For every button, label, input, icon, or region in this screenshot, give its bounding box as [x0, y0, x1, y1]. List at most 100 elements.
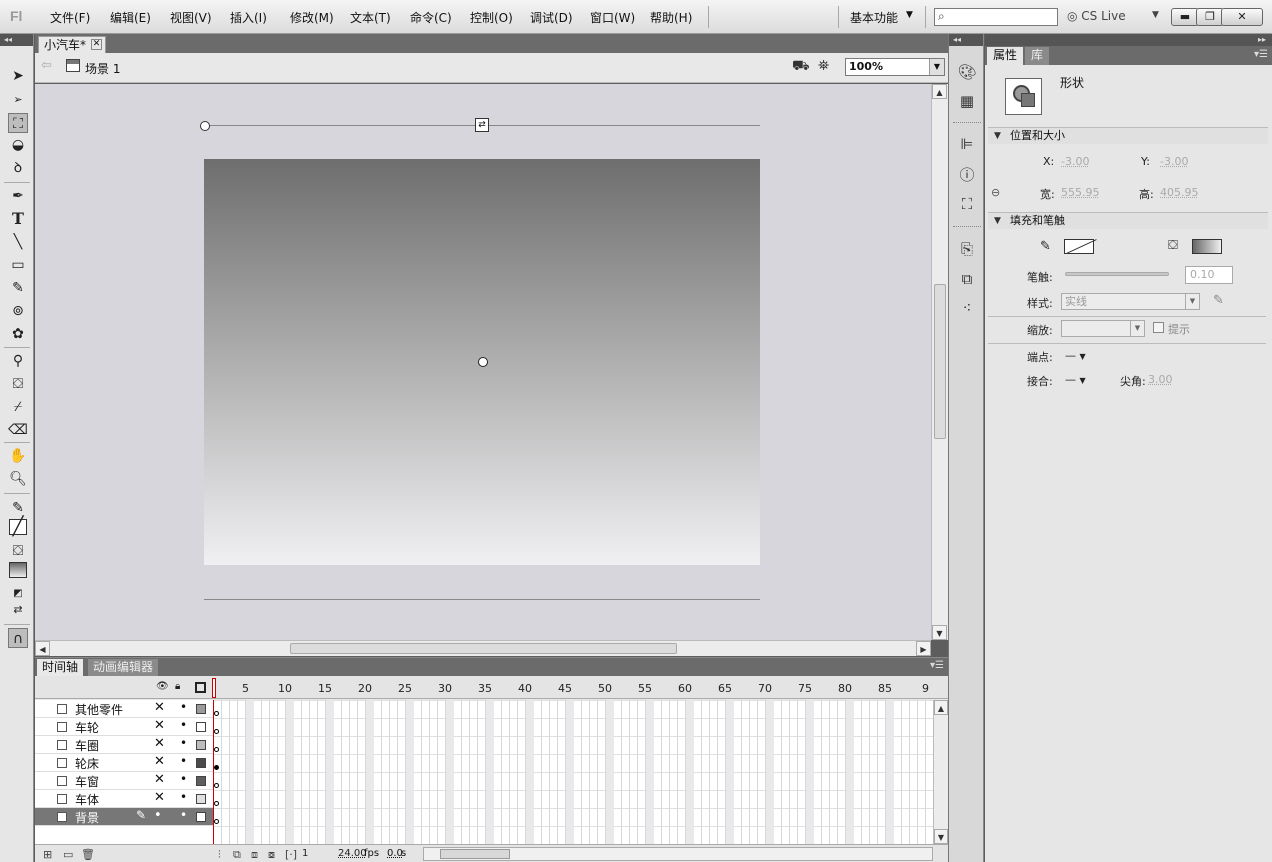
stroke-color-swatch[interactable]: ╱ [9, 518, 27, 536]
menu-insert[interactable]: 插入(I) [230, 9, 267, 26]
lock-dot-icon[interactable]: • [180, 772, 187, 786]
chevron-down-icon[interactable]: ▼ [1080, 376, 1086, 385]
panel-menu-icon[interactable]: ▾☰ [1254, 49, 1268, 60]
join-select[interactable]: — ▼ [1065, 373, 1086, 386]
edit-symbols-icon[interactable]: ⛯ [818, 58, 829, 74]
stroke-color-swatch[interactable] [1064, 239, 1094, 254]
x-value[interactable]: -3.00 [1061, 155, 1089, 168]
layer-row[interactable]: 车圈 ✕ • [35, 736, 213, 754]
swatches-panel-icon[interactable]: ▦ [957, 91, 977, 111]
keyframe-dot[interactable] [214, 729, 219, 734]
chevron-down-icon[interactable]: ▼ [1130, 321, 1144, 336]
pen-tool-icon[interactable]: ✒ [8, 186, 28, 206]
tab-library[interactable]: 库 [1025, 47, 1050, 65]
onion-outline-icon[interactable]: ⧈ [251, 848, 258, 862]
edit-multiple-frames-icon[interactable]: ⧇ [268, 848, 275, 862]
zoom-tool-icon[interactable]: 🔍︎ [8, 469, 28, 489]
zoom-select[interactable]: 100% ▼ [845, 58, 945, 76]
layer-name[interactable]: 其他零件 [75, 701, 123, 718]
tab-motion-editor[interactable]: 动画编辑器 [88, 659, 159, 676]
collapse-icon[interactable]: ◂◂ [949, 34, 983, 46]
keyframe-dot[interactable] [214, 711, 219, 716]
layer-row[interactable]: 车轮 ✕ • [35, 718, 213, 736]
stroke-width-input[interactable]: 0.10 [1185, 266, 1233, 284]
hidden-x-icon[interactable]: ✕ [154, 736, 165, 751]
eye-icon[interactable]: 👁︎ [156, 681, 169, 692]
scene-label[interactable]: 场景 1 [85, 60, 120, 77]
visible-dot-icon[interactable]: • [154, 808, 162, 823]
free-transform-tool-icon[interactable]: ⛶ [8, 113, 28, 133]
eyedropper-tool-icon[interactable]: ⌿ [8, 397, 28, 417]
scroll-down-icon[interactable]: ▼ [934, 829, 948, 844]
layer-outline-color-swatch[interactable] [196, 722, 206, 732]
layer-name[interactable]: 车轮 [75, 719, 99, 736]
chevron-down-icon[interactable]: ▼ [1080, 352, 1086, 361]
layer-outline-color-swatch[interactable] [196, 794, 206, 804]
layer-row[interactable]: 轮床 ✕ • [35, 754, 213, 772]
height-value[interactable]: 405.95 [1160, 186, 1199, 199]
hidden-x-icon[interactable]: ✕ [154, 772, 165, 787]
3d-rotation-tool-icon[interactable]: ◒ [8, 135, 28, 155]
onion-skin-icon[interactable]: ⧉ [233, 848, 241, 862]
scrollbar-thumb[interactable] [290, 643, 677, 654]
menu-file[interactable]: 文件(F) [50, 9, 90, 26]
lock-dot-icon[interactable]: • [180, 754, 187, 768]
pasteboard[interactable]: ⇄ [35, 84, 931, 640]
stroke-style-select[interactable]: 实线 ▼ [1061, 293, 1200, 310]
menu-debug[interactable]: 调试(D) [530, 9, 573, 26]
layer-outline-color-swatch[interactable] [196, 812, 206, 822]
workspace-switcher[interactable]: 基本功能 [850, 9, 898, 26]
close-icon[interactable]: ✕ [91, 39, 102, 50]
cs-live-button[interactable]: ◎ CS Live [1067, 9, 1126, 23]
new-folder-icon[interactable]: ▭ [63, 848, 73, 861]
lock-dot-icon[interactable]: • [180, 718, 187, 732]
hidden-x-icon[interactable]: ✕ [154, 790, 165, 805]
fill-color-icon[interactable]: ⛋ [8, 541, 28, 561]
layer-row[interactable]: 车体 ✕ • [35, 790, 213, 808]
layer-row[interactable]: 背景 ✎ • • [35, 808, 213, 826]
motion-presets-icon[interactable]: ⁖ [957, 298, 977, 318]
hints-checkbox[interactable] [1153, 322, 1164, 333]
layer-outline-color-swatch[interactable] [196, 758, 206, 768]
layer-outline-color-swatch[interactable] [196, 704, 206, 714]
gradient-transform-icon[interactable]: ⇄ [475, 118, 489, 132]
stage-vertical-scrollbar[interactable]: ▲ ▼ [931, 84, 948, 640]
swap-colors-icon[interactable]: ⇄ [8, 600, 28, 620]
menu-view[interactable]: 视图(V) [170, 9, 212, 26]
layer-name[interactable]: 背景 [75, 809, 99, 826]
menu-text[interactable]: 文本(T) [350, 9, 391, 26]
layer-name[interactable]: 轮床 [75, 755, 99, 772]
info-panel-icon[interactable]: ⓘ [957, 165, 977, 185]
scrollbar-thumb[interactable] [934, 284, 946, 439]
close-button[interactable]: ✕ [1221, 8, 1263, 26]
bone-tool-icon[interactable]: ⚲ [8, 351, 28, 371]
keyframe-dot[interactable] [214, 783, 219, 788]
minimize-button[interactable]: ▬ [1171, 8, 1199, 26]
new-layer-icon[interactable]: ⊞ [43, 848, 52, 861]
transform-handle[interactable] [200, 121, 210, 131]
menu-modify[interactable]: 修改(M) [290, 9, 334, 26]
expand-icon[interactable]: ▸▸ [985, 34, 1272, 46]
menu-edit[interactable]: 编辑(E) [110, 9, 151, 26]
align-panel-icon[interactable]: ⊫ [957, 134, 977, 154]
menu-control[interactable]: 控制(O) [470, 9, 513, 26]
eraser-tool-icon[interactable]: ⌫ [8, 420, 28, 440]
playhead[interactable] [212, 678, 216, 698]
menu-help[interactable]: 帮助(H) [650, 9, 692, 26]
layer-outline-color-swatch[interactable] [196, 740, 206, 750]
keyframe-dot[interactable] [214, 819, 219, 824]
center-frame-icon[interactable]: ⫶ [218, 848, 221, 862]
hidden-x-icon[interactable]: ✕ [154, 700, 165, 715]
selection-tool-icon[interactable]: ➤ [8, 66, 28, 86]
cap-select[interactable]: — ▼ [1065, 349, 1086, 362]
brush-tool-icon[interactable]: ⊚ [8, 301, 28, 321]
section-position-size[interactable]: 位置和大小 [988, 127, 1268, 144]
code-snippets-icon[interactable]: ⎘ [957, 239, 977, 259]
scroll-up-icon[interactable]: ▲ [932, 84, 947, 99]
layer-row[interactable]: 其他零件 ✕ • [35, 700, 213, 718]
onion-markers-icon[interactable]: [·] [285, 848, 297, 861]
pencil-tool-icon[interactable]: ✎ [8, 278, 28, 298]
fill-color-swatch[interactable] [9, 562, 27, 578]
fill-color-swatch[interactable] [1192, 239, 1222, 254]
timeline-vertical-scrollbar[interactable]: ▲ ▼ [933, 700, 948, 844]
